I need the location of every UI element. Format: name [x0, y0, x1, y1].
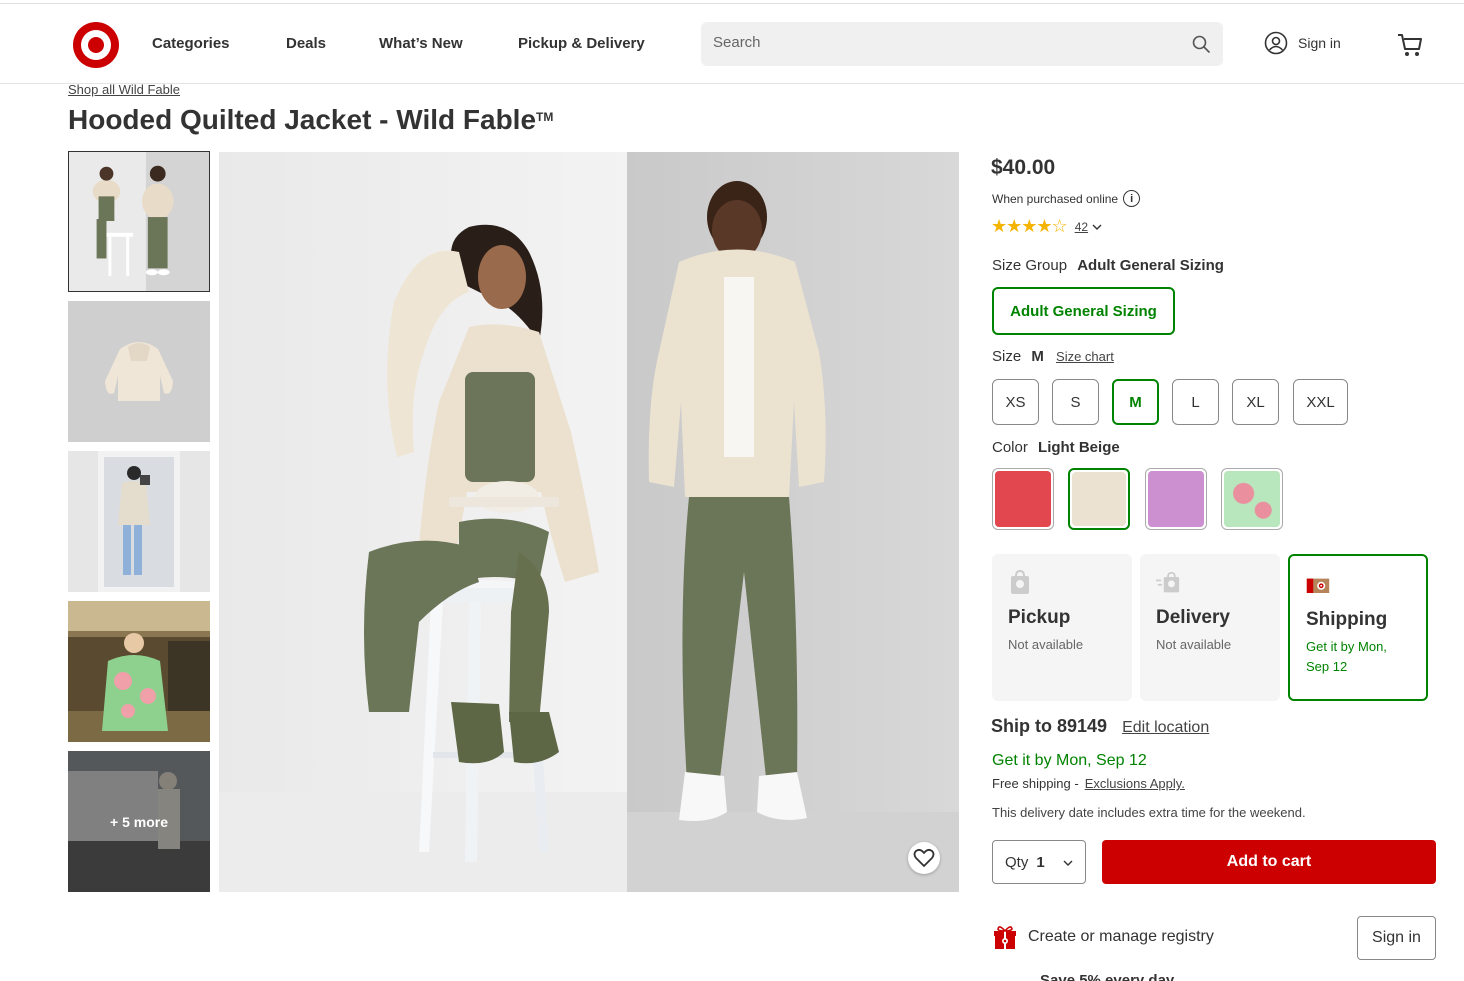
weekend-note: This delivery date includes extra time f… [992, 805, 1306, 820]
pickup-status: Not available [1008, 637, 1084, 652]
size-label: Size [992, 348, 1022, 365]
shipping-title: Shipping [1306, 609, 1388, 630]
edit-location-link[interactable]: Edit location [1122, 719, 1209, 736]
nav-whats-new[interactable]: What’s New [379, 35, 463, 52]
search-bar [701, 22, 1223, 66]
color-swatch-green-floral[interactable] [1221, 468, 1283, 530]
size-group-label: Size Group [992, 257, 1068, 274]
size-option-xxl[interactable]: XXL [1293, 379, 1348, 425]
thumbnail-image [68, 601, 210, 742]
same-day-delivery-icon [1156, 571, 1180, 593]
page-title: Hooded Quilted Jacket - Wild FableTM [68, 104, 553, 136]
shipping-status: Get it by Mon, Sep 12 [1306, 639, 1387, 674]
thumbnail-1[interactable] [68, 151, 210, 292]
ship-to-zip: Ship to 89149 [991, 716, 1108, 736]
delivery-estimate: Get it by Mon, Sep 12 [992, 752, 1147, 769]
color-row: Color Light Beige [992, 439, 1120, 456]
registry-label: Create or manage registry [1028, 928, 1214, 945]
search-input[interactable] [713, 34, 1173, 51]
main-product-image[interactable] [219, 152, 959, 892]
size-option-xl[interactable]: XL [1232, 379, 1279, 425]
fulfillment-delivery[interactable]: Delivery Not available [1140, 554, 1280, 701]
price-note-text: When purchased online [992, 191, 1119, 206]
registry-link[interactable]: Create or manage registry [992, 924, 1214, 950]
trademark: TM [536, 110, 554, 124]
size-value: M [1031, 348, 1044, 365]
breadcrumb[interactable]: Shop all Wild Fable [68, 82, 180, 97]
size-group-value: Adult General Sizing [1077, 257, 1224, 274]
size-group-option[interactable]: Adult General Sizing [992, 287, 1175, 335]
signin-label: Sign in [1298, 35, 1341, 51]
thumbnail-more[interactable]: + 5 more [68, 751, 210, 892]
save-5-percent-text: Save 5% every day [1040, 972, 1175, 981]
qty-label: Qty [1005, 853, 1029, 871]
ship-to-row: Ship to 89149 Edit location [991, 716, 1209, 737]
fulfillment-pickup[interactable]: Pickup Not available [992, 554, 1132, 701]
size-option-s[interactable]: S [1052, 379, 1099, 425]
search-icon[interactable] [1191, 34, 1211, 54]
qty-value: 1 [1036, 853, 1045, 871]
thumbnail-image [68, 451, 210, 592]
fulfillment-shipping[interactable]: Shipping Get it by Mon, Sep 12 [1288, 554, 1428, 701]
rating-stars-icon: ★★★★☆ [991, 216, 1068, 236]
color-swatch-purple[interactable] [1145, 468, 1207, 530]
nav-deals[interactable]: Deals [286, 35, 326, 52]
info-icon[interactable]: i [1123, 190, 1141, 207]
rating-count: 42 [1074, 219, 1089, 234]
more-images-label: + 5 more [110, 813, 168, 830]
store-pickup-icon [1011, 569, 1029, 594]
thumbnail-image [69, 152, 209, 291]
site-header: Categories Deals What’s New Pickup & Del… [0, 4, 1464, 84]
color-label: Color [992, 439, 1028, 456]
chevron-down-icon [1063, 860, 1073, 866]
delivery-title: Delivery [1156, 607, 1230, 628]
registry-signin-button[interactable]: Sign in [1357, 916, 1436, 960]
size-group-row: Size Group Adult General Sizing [992, 257, 1224, 274]
add-to-cart-button[interactable]: Add to cart [1102, 840, 1436, 884]
gift-icon [994, 926, 1016, 949]
thumbnail-image [68, 301, 210, 442]
size-chart-link[interactable]: Size chart [1056, 349, 1114, 364]
account-icon [1264, 31, 1288, 55]
target-logo[interactable] [73, 22, 119, 68]
quantity-select[interactable]: Qty 1 [992, 840, 1086, 884]
rating-summary[interactable]: ★★★★☆ 42 [991, 216, 1102, 237]
color-swatch-red[interactable] [992, 468, 1054, 530]
pickup-title: Pickup [1008, 607, 1071, 628]
delivery-status: Not available [1156, 637, 1232, 652]
thumbnail-4[interactable] [68, 601, 210, 742]
heart-icon [913, 848, 935, 867]
shipping-box-icon [1306, 578, 1330, 593]
cart-icon[interactable] [1396, 32, 1424, 58]
chevron-down-icon [1092, 224, 1102, 230]
free-shipping-text: Free shipping - [992, 776, 1079, 791]
color-swatch-light-beige[interactable] [1068, 468, 1130, 530]
product-photo [219, 152, 959, 892]
nav-categories[interactable]: Categories [152, 35, 230, 52]
favorite-button[interactable] [908, 842, 940, 874]
size-option-l[interactable]: L [1172, 379, 1219, 425]
size-row: Size M Size chart [992, 348, 1114, 365]
color-value: Light Beige [1038, 439, 1120, 456]
thumbnail-3[interactable] [68, 451, 210, 592]
thumbnail-2[interactable] [68, 301, 210, 442]
free-shipping-row: Free shipping - Exclusions Apply. [992, 776, 1185, 791]
account-signin[interactable]: Sign in [1264, 31, 1341, 55]
price-note: When purchased online i [992, 190, 1141, 207]
nav-pickup-delivery[interactable]: Pickup & Delivery [518, 35, 645, 52]
product-price: $40.00 [991, 156, 1056, 179]
size-option-m[interactable]: M [1112, 379, 1159, 425]
product-title: Hooded Quilted Jacket - Wild Fable [68, 104, 537, 135]
size-option-xs[interactable]: XS [992, 379, 1039, 425]
exclusions-link[interactable]: Exclusions Apply. [1085, 776, 1185, 791]
